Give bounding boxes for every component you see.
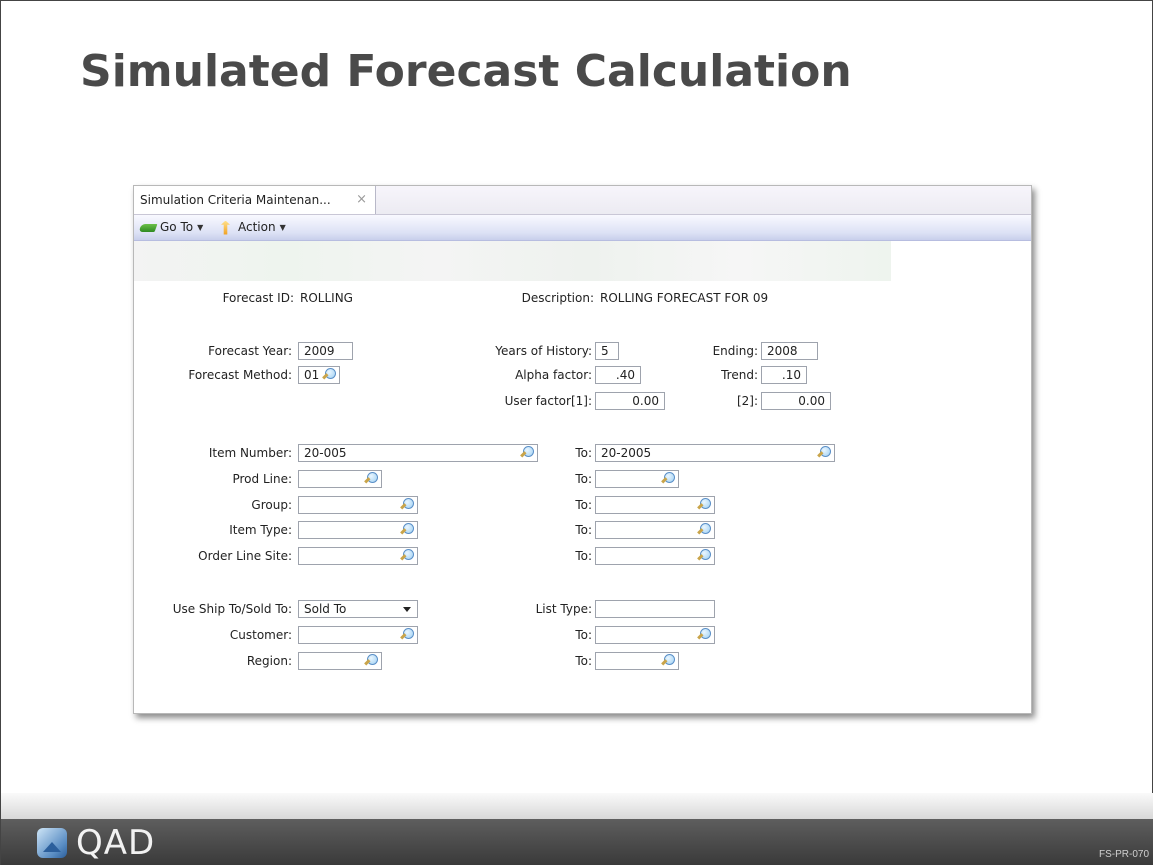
forecast-method-value: 01 (304, 368, 320, 382)
customer-field[interactable] (298, 626, 418, 644)
customer-label: Customer: (229, 628, 292, 642)
years-of-history-label: Years of History: (495, 344, 592, 358)
trend-field[interactable]: .10 (761, 366, 807, 384)
forecast-id-label: Forecast ID: (222, 291, 294, 305)
user-factor-1-field[interactable]: 0.00 (595, 392, 665, 410)
group-to-field[interactable] (595, 496, 715, 514)
use-ship-sold-value: Sold To (304, 602, 347, 616)
description-value: ROLLING FORECAST FOR 09 (600, 291, 769, 305)
item-number-to-label: To: (575, 446, 592, 460)
forecast-year-field[interactable]: 2009 (298, 342, 353, 360)
item-type-field[interactable] (298, 521, 418, 539)
region-to-field[interactable] (595, 652, 679, 670)
region-to-label: To: (575, 654, 592, 668)
qad-logo-icon (37, 828, 67, 858)
lookup-icon[interactable] (400, 549, 414, 563)
forecast-method-field[interactable]: 01 (298, 366, 340, 384)
lookup-icon[interactable] (697, 628, 711, 642)
item-type-to-label: To: (575, 523, 592, 537)
item-number-label: Item Number: (208, 446, 292, 460)
order-line-site-to-label: To: (575, 549, 592, 563)
use-ship-sold-select[interactable]: Sold To (298, 600, 418, 618)
ending-field[interactable]: 2008 (761, 342, 818, 360)
forecast-method-label: Forecast Method: (188, 368, 292, 382)
item-number-value: 20-005 (304, 446, 347, 460)
lookup-icon[interactable] (364, 654, 378, 668)
prod-line-to-field[interactable] (595, 470, 679, 488)
alpha-factor-label: Alpha factor: (515, 368, 592, 382)
customer-to-field[interactable] (595, 626, 715, 644)
lookup-icon[interactable] (661, 472, 675, 486)
lookup-icon[interactable] (817, 446, 831, 460)
qad-logo-text: QAD (76, 823, 156, 863)
prod-line-field[interactable] (298, 470, 382, 488)
group-field[interactable] (298, 496, 418, 514)
region-label: Region: (246, 654, 292, 668)
region-field[interactable] (298, 652, 382, 670)
order-line-site-field[interactable] (298, 547, 418, 565)
item-number-to-field[interactable]: 20-2005 (595, 444, 835, 462)
group-to-label: To: (575, 498, 592, 512)
ending-label: Ending: (712, 344, 758, 358)
dropdown-arrow-icon (403, 607, 411, 612)
item-type-to-field[interactable] (595, 521, 715, 539)
user-factor-2-label: [2]: (736, 394, 758, 408)
user-factor-1-label: User factor[1]: (504, 394, 592, 408)
lookup-icon[interactable] (661, 654, 675, 668)
simulation-criteria-window: Simulation Criteria Maintenan... × Go To… (133, 185, 1032, 714)
slide-title: Simulated Forecast Calculation (80, 46, 852, 97)
prod-line-to-label: To: (575, 472, 592, 486)
use-ship-sold-label: Use Ship To/Sold To: (172, 602, 292, 616)
item-number-to-value: 20-2005 (601, 446, 652, 460)
item-type-label: Item Type: (229, 523, 292, 537)
lookup-icon[interactable] (697, 549, 711, 563)
criteria-form: Forecast ID: ROLLING Description: ROLLIN… (134, 186, 1031, 713)
years-of-history-field[interactable]: 5 (595, 342, 619, 360)
lookup-icon[interactable] (364, 472, 378, 486)
lookup-icon[interactable] (322, 368, 336, 382)
lookup-icon[interactable] (400, 498, 414, 512)
lookup-icon[interactable] (697, 523, 711, 537)
order-line-site-to-field[interactable] (595, 547, 715, 565)
slide-code: FS-PR-070 (1098, 849, 1149, 860)
trend-label: Trend: (721, 368, 758, 382)
group-label: Group: (251, 498, 292, 512)
prod-line-label: Prod Line: (232, 472, 292, 486)
alpha-factor-field[interactable]: .40 (595, 366, 641, 384)
order-line-site-label: Order Line Site: (198, 549, 292, 563)
forecast-year-label: Forecast Year: (208, 344, 292, 358)
footer-band (1, 793, 1153, 819)
forecast-id-value: ROLLING (300, 291, 353, 305)
lookup-icon[interactable] (400, 628, 414, 642)
list-type-label: List Type: (535, 602, 592, 616)
user-factor-2-field[interactable]: 0.00 (761, 392, 831, 410)
customer-to-label: To: (575, 628, 592, 642)
list-type-field[interactable] (595, 600, 715, 618)
lookup-icon[interactable] (400, 523, 414, 537)
lookup-icon[interactable] (697, 498, 711, 512)
footer: QAD FS-PR-070 (1, 819, 1153, 865)
description-label: Description: (521, 291, 594, 305)
